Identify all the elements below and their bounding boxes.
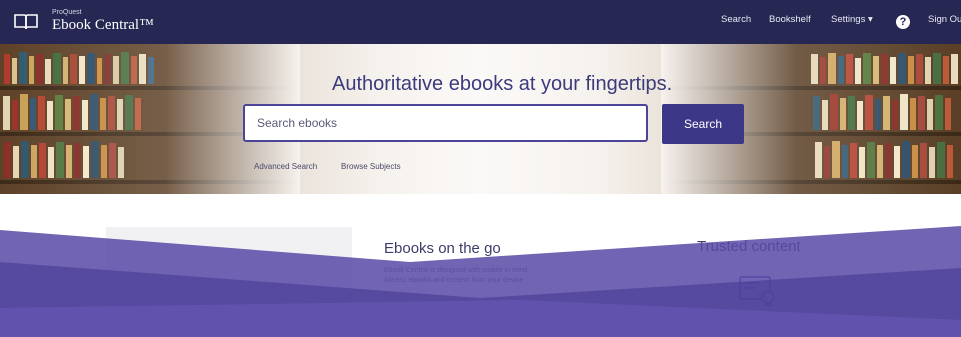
card-title: Ebooks on the go [384, 240, 501, 257]
nav-bookshelf-link[interactable]: Bookshelf [769, 14, 811, 30]
card-description: Access ebooks and content from your devi… [384, 277, 524, 284]
feature-card [106, 227, 352, 337]
card-description: Ebook Central is designed with mobile in… [384, 267, 528, 274]
feature-section: Ebooks on the go Ebook Central is design… [0, 194, 961, 337]
hero-banner: Authoritative ebooks at your fingertips.… [0, 44, 961, 194]
advanced-search-link[interactable]: Advanced Search [254, 162, 317, 171]
brand-product-name: Ebook Central™ [52, 17, 154, 33]
nav-search-link[interactable]: Search [721, 14, 751, 30]
feature-card-mobile: Ebooks on the go Ebook Central is design… [371, 227, 611, 337]
certificate-icon [739, 276, 775, 307]
help-icon[interactable]: ? [896, 15, 910, 29]
hero-headline: Authoritative ebooks at your fingertips. [332, 73, 673, 95]
search-button[interactable]: Search [662, 104, 744, 144]
card-title: Trusted content [697, 238, 801, 255]
browse-subjects-link[interactable]: Browse Subjects [341, 162, 401, 171]
top-navigation-bar: ProQuest Ebook Central™ Search Bookshelf… [0, 0, 961, 44]
search-input[interactable]: Search ebooks [243, 104, 648, 142]
feature-card-trusted: Trusted content [636, 227, 884, 337]
nav-signout-link[interactable]: Sign Ou [928, 14, 961, 30]
brand-publisher: ProQuest [52, 9, 82, 16]
open-book-icon [14, 14, 38, 30]
nav-settings-menu[interactable]: Settings ▾ [831, 14, 873, 30]
